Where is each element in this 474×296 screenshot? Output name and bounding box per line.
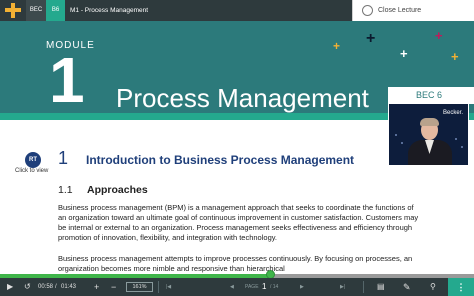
backdrop-dot [401, 142, 403, 144]
notes-icon[interactable]: ▤ [377, 278, 385, 296]
next-page-icon[interactable]: ▶ [300, 278, 304, 296]
backdrop-dot [455, 138, 457, 140]
time-separator: / [55, 284, 57, 290]
paragraph: Business process management (BPM) is a m… [58, 203, 419, 242]
zoom-in-icon[interactable]: + [94, 278, 99, 296]
plus-decoration-icon: + [366, 30, 376, 47]
player-controls: ▶ ↺ 00:58 / 01:43 + − 161% |◀ ◀ PAGE 1 /… [0, 278, 474, 296]
total-time: 01:43 [61, 284, 77, 290]
top-bar: BEC B6 M1 - Process Management Close Lec… [0, 0, 474, 21]
instructor-video[interactable]: Becker. [388, 103, 469, 166]
backdrop-dot [395, 134, 397, 136]
zoom-level[interactable]: 161% [126, 282, 153, 292]
rt-button[interactable]: RT [25, 152, 41, 168]
bec-badge: BEC 6 [388, 87, 474, 104]
course-tag[interactable]: BEC [26, 0, 46, 21]
current-time: 00:58 [38, 284, 54, 290]
plus-decoration-icon: + [435, 28, 443, 43]
section-number: 1 [58, 148, 69, 168]
plus-decoration-icon: + [400, 46, 408, 61]
plus-decoration-icon: + [333, 39, 341, 53]
page-total: / 14 [270, 284, 279, 290]
app-logo[interactable] [0, 0, 26, 21]
close-lecture-button[interactable]: Close Lecture [352, 0, 474, 21]
presenter-hair [420, 118, 439, 126]
zoom-out-icon[interactable]: − [111, 278, 116, 296]
subsection-heading: Approaches [87, 184, 148, 196]
module-title: M1 - Process Management [70, 7, 149, 14]
module-number: 1 [49, 44, 85, 116]
divider [363, 281, 364, 293]
section-tag[interactable]: B6 [46, 0, 65, 21]
page-number[interactable]: 1 [262, 278, 266, 296]
section-heading: Introduction to Business Process Managem… [86, 153, 355, 167]
search-icon[interactable]: ⚲ [430, 278, 436, 296]
paragraph: Business process management attempts to … [58, 254, 413, 273]
plus-logo-icon [5, 3, 21, 18]
replay-icon[interactable]: ↺ [24, 278, 31, 296]
more-options-icon[interactable]: ⋮ [448, 278, 474, 296]
divider [158, 281, 159, 293]
plus-decoration-icon: + [451, 49, 459, 64]
play-icon[interactable]: ▶ [7, 278, 13, 296]
first-page-icon[interactable]: |◀ [166, 278, 171, 296]
last-page-icon[interactable]: ▶| [340, 278, 345, 296]
pen-icon[interactable]: ✎ [403, 278, 411, 296]
rt-caption: Click to view [15, 168, 49, 174]
page-label: PAGE [245, 284, 259, 290]
close-lecture-label: Close Lecture [378, 7, 422, 14]
module-title-large: Process Management [116, 83, 369, 113]
close-circle-icon [362, 5, 373, 16]
backdrop-dot [461, 146, 463, 148]
subsection-number: 1.1 [58, 184, 73, 196]
becker-logo: Becker. [442, 110, 463, 116]
prev-page-icon[interactable]: ◀ [230, 278, 234, 296]
